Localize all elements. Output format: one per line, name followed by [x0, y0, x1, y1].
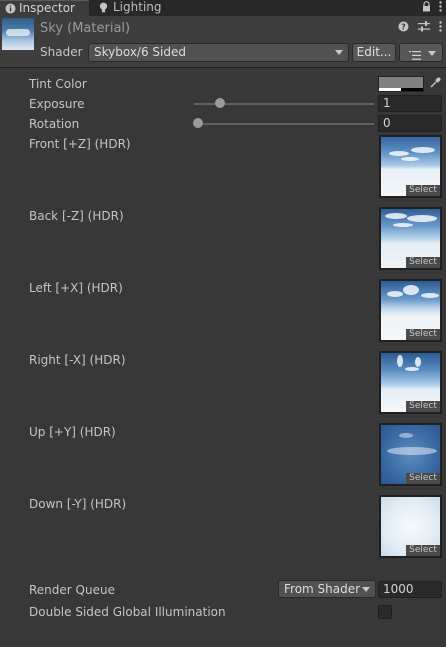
material-preview-thumbnail	[2, 18, 34, 50]
tab-inspector-label: Inspector	[19, 1, 75, 15]
texture-slot-left[interactable]: Select	[379, 279, 442, 342]
options-chevron-down-icon	[428, 51, 436, 56]
header-kebab-menu-icon[interactable]	[439, 21, 442, 35]
eyedropper-icon[interactable]	[428, 76, 442, 92]
tabbar-actions	[422, 0, 442, 16]
kebab-menu-icon[interactable]	[439, 1, 442, 15]
shader-dropdown[interactable]: Skybox/6 Sided	[88, 43, 349, 62]
texture-slot-right[interactable]: Select	[379, 351, 442, 414]
tab-lighting[interactable]: Lighting	[90, 0, 170, 16]
render-queue-dropdown[interactable]: From Shader	[278, 580, 376, 598]
rotation-slider-track[interactable]	[194, 123, 374, 125]
texture-label-down: Down [-Y] (HDR)	[29, 497, 127, 511]
tab-lighting-label: Lighting	[113, 0, 162, 14]
render-queue-chevron-down-icon	[362, 587, 370, 592]
tint-color-label: Tint Color	[29, 77, 87, 91]
edit-shader-button[interactable]: Edit...	[352, 43, 396, 62]
shader-options-button[interactable]	[399, 43, 443, 62]
list-icon	[409, 48, 421, 65]
texture-slot-back[interactable]: Select	[379, 207, 442, 270]
lock-icon[interactable]	[422, 1, 431, 15]
exposure-field[interactable]: 1	[378, 95, 442, 112]
texture-select-button-back[interactable]: Select	[406, 257, 440, 268]
texture-select-button-up[interactable]: Select	[406, 473, 440, 484]
texture-label-left: Left [+X] (HDR)	[29, 281, 123, 295]
rotation-slider-handle[interactable]	[193, 118, 203, 128]
double-sided-gi-checkbox[interactable]	[378, 605, 392, 619]
texture-select-button-down[interactable]: Select	[406, 545, 440, 556]
texture-slot-front[interactable]: Select	[379, 135, 442, 198]
texture-label-front: Front [+Z] (HDR)	[29, 137, 131, 151]
material-header: Sky (Material) ? Shader Skybox/6 Sided E…	[0, 16, 446, 68]
preset-sliders-icon[interactable]	[418, 21, 430, 35]
render-queue-label: Render Queue	[29, 583, 115, 597]
render-queue-field[interactable]: 1000	[378, 581, 442, 598]
texture-slot-up[interactable]: Select	[379, 423, 442, 486]
texture-select-button-front[interactable]: Select	[406, 185, 440, 196]
rotation-label: Rotation	[29, 117, 80, 131]
lightbulb-icon	[98, 2, 109, 13]
material-title: Sky (Material)	[40, 21, 131, 36]
texture-select-button-right[interactable]: Select	[406, 401, 440, 412]
tab-bar: Inspector Lighting	[0, 0, 446, 16]
chevron-down-icon	[335, 50, 343, 55]
texture-select-button-left[interactable]: Select	[406, 329, 440, 340]
double-sided-gi-label: Double Sided Global Illumination	[29, 605, 226, 619]
texture-label-up: Up [+Y] (HDR)	[29, 425, 116, 439]
shader-dropdown-value: Skybox/6 Sided	[94, 45, 186, 59]
exposure-slider-handle[interactable]	[215, 98, 225, 108]
exposure-label: Exposure	[29, 97, 85, 111]
render-queue-mode: From Shader	[284, 582, 361, 596]
info-icon	[5, 3, 16, 14]
texture-label-back: Back [-Z] (HDR)	[29, 209, 124, 223]
texture-slot-down[interactable]: Select	[379, 495, 442, 558]
rotation-field[interactable]: 0	[378, 115, 442, 132]
tint-color-swatch[interactable]	[378, 76, 424, 92]
header-icons: ?	[398, 21, 442, 35]
tab-inspector[interactable]: Inspector	[0, 0, 89, 16]
help-icon[interactable]: ?	[398, 21, 409, 35]
shader-label: Shader	[40, 45, 83, 59]
texture-label-right: Right [-X] (HDR)	[29, 353, 126, 367]
svg-text:?: ?	[401, 22, 406, 31]
